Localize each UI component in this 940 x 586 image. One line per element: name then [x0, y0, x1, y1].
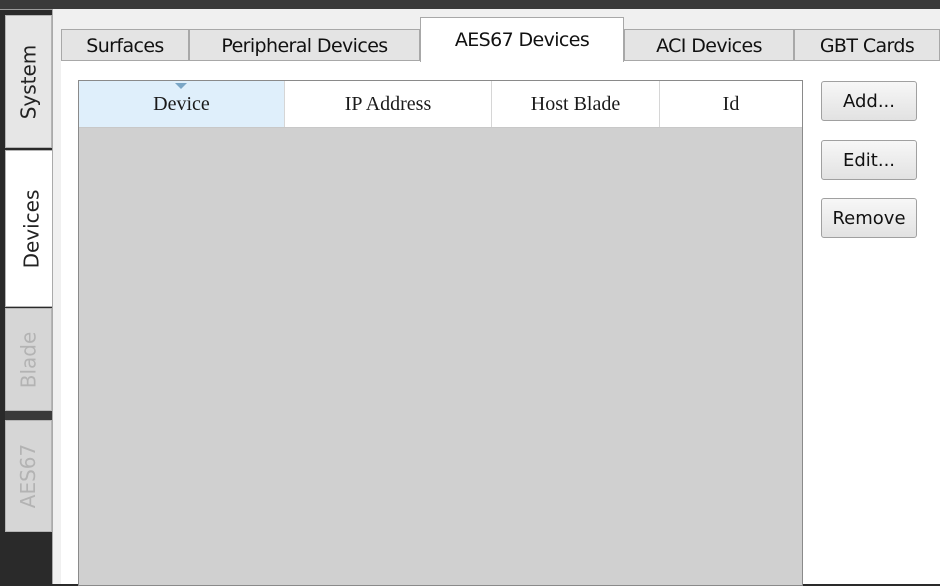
side-tab-devices[interactable]: Devices — [5, 150, 57, 307]
column-header-label: Device — [153, 92, 210, 115]
tab-aes67-devices[interactable]: AES67 Devices — [420, 17, 624, 62]
side-tab-label: System — [16, 44, 41, 119]
main-content: Surfaces Peripheral Devices AES67 Device… — [52, 9, 940, 586]
tab-label: GBT Cards — [819, 34, 915, 57]
table-header: Device IP Address Host Blade Id — [79, 81, 802, 128]
tab-label: Peripheral Devices — [221, 34, 388, 57]
column-header-ip-address[interactable]: IP Address — [285, 81, 492, 127]
tab-surfaces[interactable]: Surfaces — [61, 29, 189, 61]
devices-table[interactable]: Device IP Address Host Blade Id — [78, 80, 803, 586]
button-label: Edit... — [842, 149, 896, 171]
tab-aci-devices[interactable]: ACI Devices — [624, 29, 794, 61]
column-header-id[interactable]: Id — [660, 81, 802, 127]
tab-label: ACI Devices — [656, 34, 762, 57]
column-header-label: IP Address — [344, 92, 432, 115]
tab-label: AES67 Devices — [454, 29, 590, 51]
button-label: Add... — [842, 90, 895, 112]
side-tab-label: Blade — [16, 331, 41, 388]
edit-button[interactable]: Edit... — [821, 140, 917, 180]
column-header-device[interactable]: Device — [79, 81, 285, 127]
side-tab-label: AES67 — [16, 443, 41, 509]
tab-gbt-cards[interactable]: GBT Cards — [794, 29, 940, 61]
tab-label: Surfaces — [86, 34, 164, 57]
sort-arrow-icon — [175, 83, 187, 89]
remove-button[interactable]: Remove — [821, 198, 917, 238]
side-tab-label: Devices — [19, 189, 44, 268]
side-tab-system[interactable]: System — [5, 15, 52, 148]
column-header-label: Id — [722, 92, 740, 115]
device-tab-bar: Surfaces Peripheral Devices AES67 Device… — [61, 17, 940, 62]
column-header-host-blade[interactable]: Host Blade — [492, 81, 660, 127]
tab-peripheral-devices[interactable]: Peripheral Devices — [189, 29, 420, 61]
side-tab-blade[interactable]: Blade — [5, 308, 52, 411]
column-header-label: Host Blade — [530, 92, 621, 115]
side-tab-divider — [5, 411, 52, 420]
button-label: Remove — [832, 207, 906, 229]
add-button[interactable]: Add... — [821, 81, 917, 121]
aes67-devices-panel: Device IP Address Host Blade Id Add... E… — [61, 60, 940, 586]
side-tab-aes67[interactable]: AES67 — [5, 420, 52, 532]
